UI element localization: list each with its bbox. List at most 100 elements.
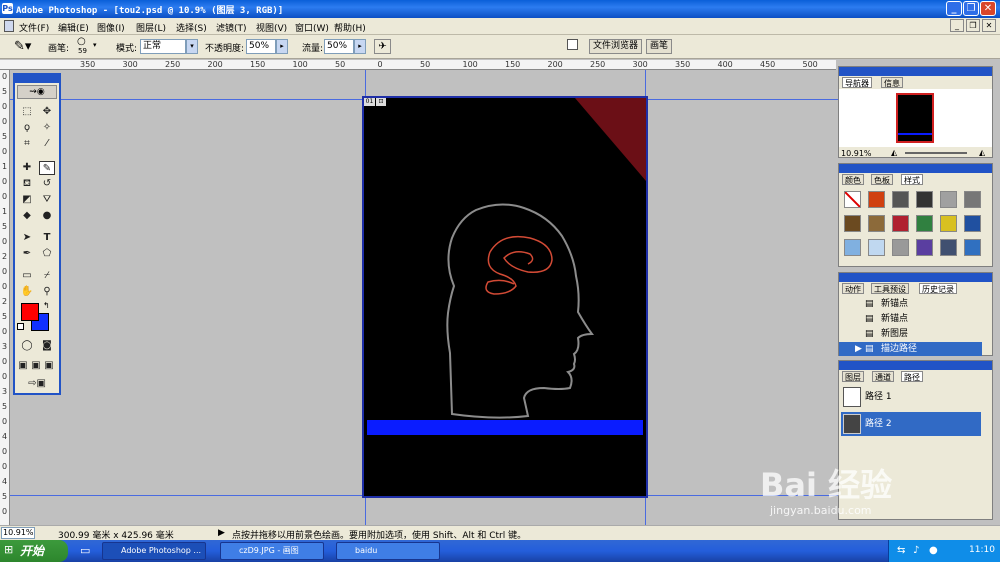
navigator-panel-header[interactable] xyxy=(839,67,992,76)
mode-select[interactable]: 正常 xyxy=(140,39,186,54)
style-swatch[interactable] xyxy=(916,191,933,208)
paint-bucket-tool-icon[interactable]: ⛛ xyxy=(39,193,55,207)
history-item[interactable]: ▤ 新图层 xyxy=(839,327,982,341)
close-button[interactable]: ✕ xyxy=(980,1,996,16)
brush-preset-icon[interactable]: ○ xyxy=(77,36,86,47)
document-icon[interactable] xyxy=(4,20,14,32)
zoom-out-icon[interactable]: ◭ xyxy=(891,148,897,157)
notes-tool-icon[interactable]: ▭ xyxy=(19,269,35,283)
opacity-arrow-icon[interactable]: ▸ xyxy=(276,39,288,54)
document-canvas[interactable]: 01 ⊡ xyxy=(362,96,648,498)
brush-tool-icon[interactable]: ✎ xyxy=(39,161,55,175)
brush-tool-icon[interactable]: ✎▾ xyxy=(14,39,31,54)
screen-mode-full-menu-icon[interactable]: ▣ xyxy=(30,359,42,373)
tab-paths[interactable]: 路径 xyxy=(901,371,923,382)
lasso-tool-icon[interactable]: ϙ xyxy=(19,121,35,135)
status-arrow-icon[interactable]: ▶ xyxy=(218,528,225,538)
swap-colors-icon[interactable]: ↰ xyxy=(43,301,50,310)
style-swatch[interactable] xyxy=(892,191,909,208)
taskbar-item-paint[interactable]: czD9.JPG - 画图 xyxy=(220,542,324,560)
style-swatch[interactable] xyxy=(844,239,861,256)
tab-color[interactable]: 颜色 xyxy=(842,174,864,185)
standard-mode-icon[interactable]: ◯ xyxy=(19,339,35,353)
brush-picker-arrow-icon[interactable]: ▾ xyxy=(93,41,97,49)
tab-tool-presets[interactable]: 工具预设 xyxy=(871,283,909,294)
screen-mode-full-icon[interactable]: ▣ xyxy=(43,359,55,373)
zoom-tool-icon[interactable]: ⚲ xyxy=(39,285,55,299)
doc-minimize-button[interactable]: _ xyxy=(950,19,964,32)
shape-tool-icon[interactable]: ⬠ xyxy=(39,247,55,261)
slice-tool-icon[interactable]: ⁄ xyxy=(39,137,55,151)
eyedropper-tool-icon[interactable]: ⌿ xyxy=(39,269,55,283)
magic-wand-tool-icon[interactable]: ✧ xyxy=(39,121,55,135)
menu-view[interactable]: 视图(V) xyxy=(256,21,287,34)
style-swatch[interactable] xyxy=(916,239,933,256)
opacity-input[interactable]: 50% xyxy=(246,39,276,54)
taskbar-item-photoshop[interactable]: Adobe Photoshop ... xyxy=(102,542,206,560)
menu-window[interactable]: 窗口(W) xyxy=(295,21,329,34)
style-swatch[interactable] xyxy=(964,215,981,232)
navigator-zoom-value[interactable]: 10.91% xyxy=(841,149,872,158)
style-swatch[interactable] xyxy=(868,239,885,256)
style-swatch[interactable] xyxy=(940,191,957,208)
mode-dropdown-icon[interactable]: ▾ xyxy=(186,39,198,54)
file-browser-tab[interactable]: 文件浏览器 xyxy=(589,39,643,54)
tab-styles[interactable]: 样式 xyxy=(901,174,923,185)
history-brush-tool-icon[interactable]: ↺ xyxy=(39,177,55,191)
path-item-selected[interactable]: 路径 2 xyxy=(841,412,981,436)
style-swatch[interactable] xyxy=(892,215,909,232)
path-item[interactable]: 路径 1 xyxy=(841,385,981,409)
style-swatch[interactable] xyxy=(940,215,957,232)
menu-edit[interactable]: 编辑(E) xyxy=(58,21,89,34)
flow-input[interactable]: 50% xyxy=(324,39,354,54)
default-colors-icon[interactable] xyxy=(17,323,24,330)
style-swatch[interactable] xyxy=(940,239,957,256)
menu-help[interactable]: 帮助(H) xyxy=(334,21,366,34)
doc-restore-button[interactable]: ❐ xyxy=(966,19,980,32)
history-item[interactable]: ▤ 新锚点 xyxy=(839,297,982,311)
move-tool-icon[interactable]: ✥ xyxy=(39,105,55,119)
style-swatch[interactable] xyxy=(868,215,885,232)
style-swatch[interactable] xyxy=(844,215,861,232)
dodge-tool-icon[interactable]: ● xyxy=(39,209,55,223)
screen-mode-standard-icon[interactable]: ▣ xyxy=(17,359,29,373)
palette-icon[interactable] xyxy=(567,39,578,50)
menu-filter[interactable]: 滤镜(T) xyxy=(216,21,247,34)
adobe-online-icon[interactable]: ⇝◉ xyxy=(17,85,57,99)
status-zoom-input[interactable]: 10.91% xyxy=(1,527,35,539)
style-swatch-none[interactable] xyxy=(844,191,861,208)
network-icon[interactable]: ⇆ xyxy=(897,545,905,556)
tab-layers[interactable]: 图层 xyxy=(842,371,864,382)
style-swatch[interactable] xyxy=(964,191,981,208)
history-panel-header[interactable] xyxy=(839,273,992,282)
tab-channels[interactable]: 通道 xyxy=(872,371,894,382)
quick-mask-mode-icon[interactable]: ◙ xyxy=(39,339,55,353)
style-swatch[interactable] xyxy=(916,215,933,232)
style-swatch[interactable] xyxy=(892,239,909,256)
styles-panel-header[interactable] xyxy=(839,164,992,173)
minimize-button[interactable]: _ xyxy=(946,1,962,16)
path-selection-tool-icon[interactable]: ➤ xyxy=(19,231,35,245)
restore-button[interactable]: ❐ xyxy=(963,1,979,16)
tab-history[interactable]: 历史记录 xyxy=(919,283,957,294)
menu-file[interactable]: 文件(F) xyxy=(19,21,49,34)
menu-image[interactable]: 图像(I) xyxy=(97,21,125,34)
menu-select[interactable]: 选择(S) xyxy=(176,21,207,34)
volume-icon[interactable]: ♪ xyxy=(913,545,919,556)
pen-tool-icon[interactable]: ✒ xyxy=(19,247,35,261)
tray-app-icon[interactable]: ● xyxy=(929,545,938,556)
tab-info[interactable]: 信息 xyxy=(881,77,903,88)
show-desktop-icon[interactable]: ▭ xyxy=(80,544,94,558)
blur-tool-icon[interactable]: ◆ xyxy=(19,209,35,223)
taskbar-item-folder[interactable]: baidu xyxy=(336,542,440,560)
style-swatch[interactable] xyxy=(964,239,981,256)
toolbox-header[interactable] xyxy=(15,75,59,83)
navigator-thumbnail[interactable] xyxy=(896,93,934,143)
marquee-tool-icon[interactable]: ⬚ xyxy=(19,105,35,119)
crop-tool-icon[interactable]: ⌗ xyxy=(19,137,35,151)
clone-stamp-tool-icon[interactable]: ⛾ xyxy=(19,177,35,191)
foreground-color-fill[interactable] xyxy=(21,303,39,321)
eraser-tool-icon[interactable]: ◩ xyxy=(19,193,35,207)
hand-tool-icon[interactable]: ✋ xyxy=(19,285,35,299)
style-swatch[interactable] xyxy=(868,191,885,208)
